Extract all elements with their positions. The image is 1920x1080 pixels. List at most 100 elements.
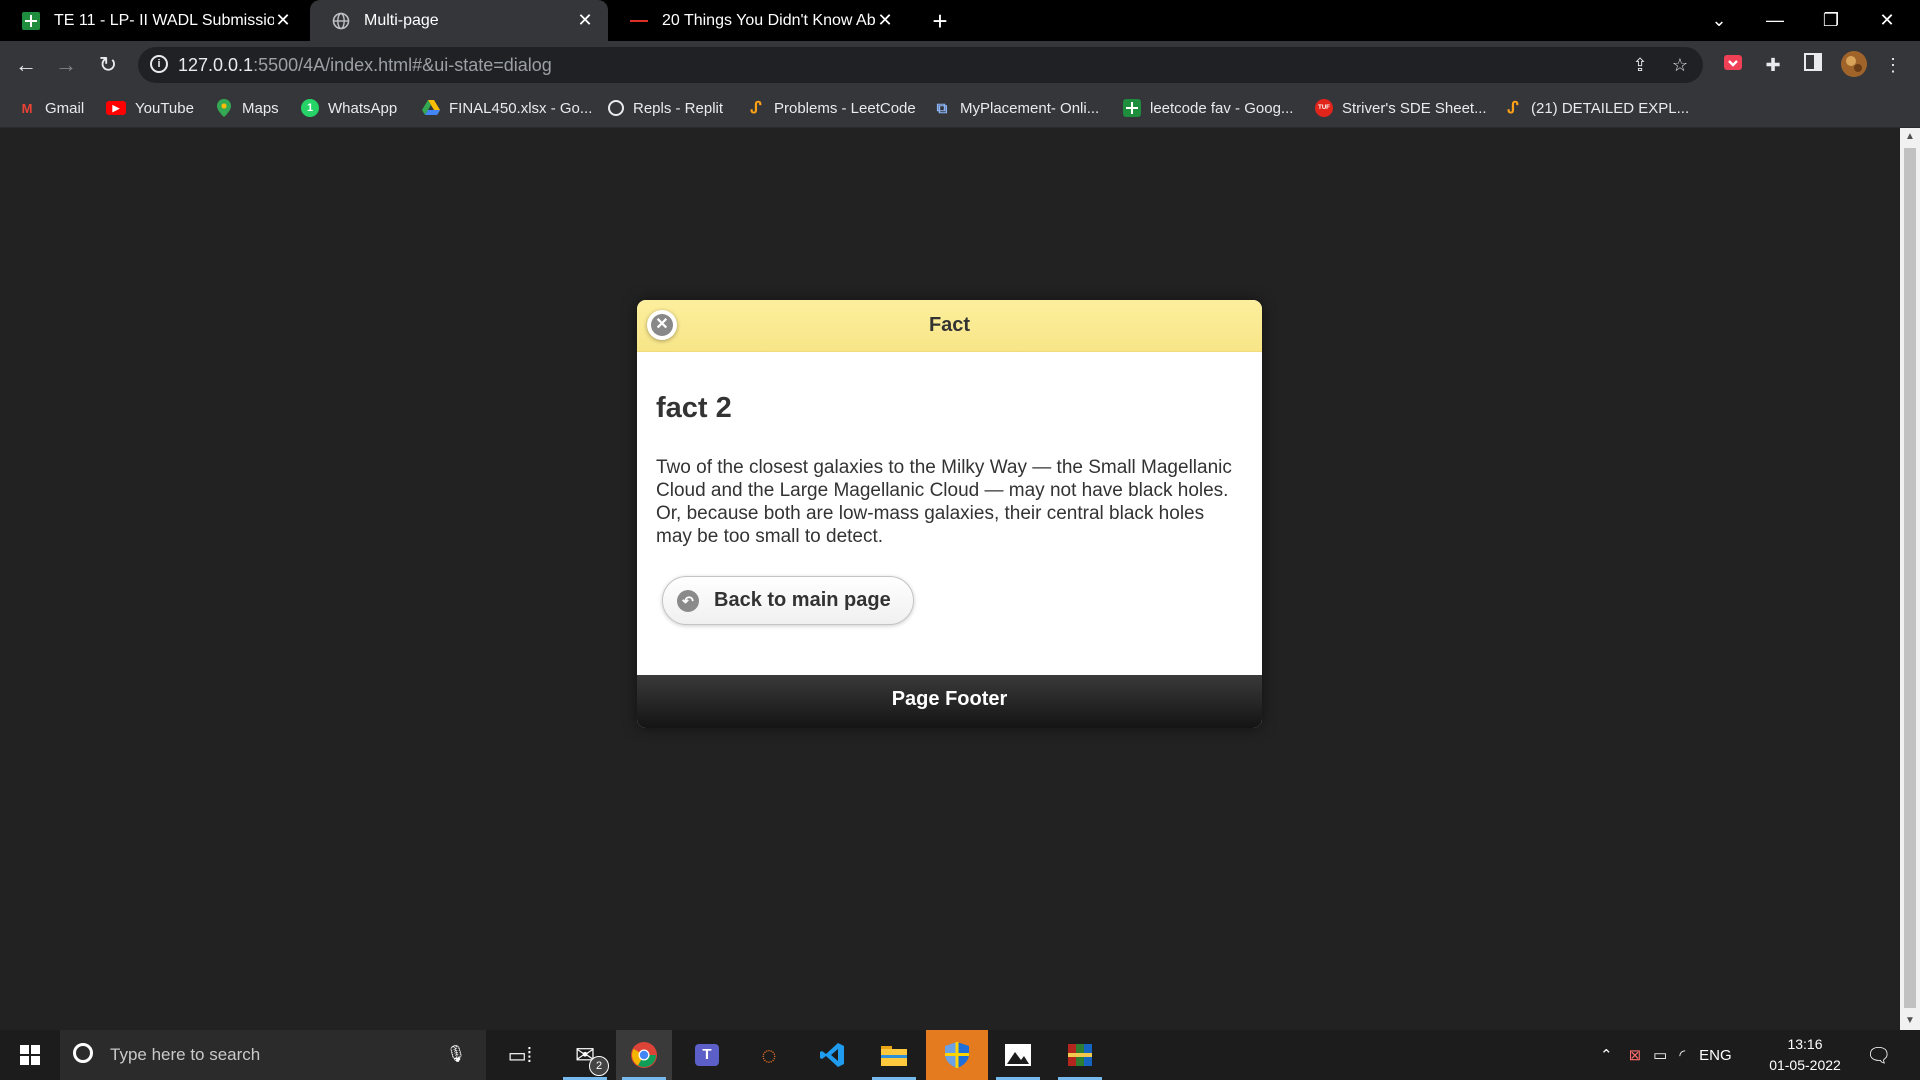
wifi-icon[interactable]: ◜ [1679,1046,1685,1064]
tab-strip: TE 11 - LP- II WADL Submission A ✕ Multi… [0,0,1920,41]
windows-logo-icon [20,1045,40,1065]
maps-icon [215,99,233,117]
task-view-icon[interactable]: ▭⁞ [492,1030,548,1080]
folder-icon [881,1046,907,1066]
back-arrow-icon[interactable]: ← [10,49,42,81]
back-button-label: Back to main page [714,589,891,611]
taskbar-clock[interactable]: 13:16 01-05-2022 [1760,1034,1850,1076]
pocket-extension-icon[interactable] [1720,53,1746,77]
url-text[interactable]: 127.0.0.1:5500/4A/index.html#&ui-state=d… [178,55,552,76]
dialog-header: Fact ✕ [637,300,1262,352]
leetcode-icon: ᔑ [1507,100,1519,117]
scrollbar-thumb[interactable] [1904,148,1916,1008]
back-to-main-page-button[interactable]: ↶ Back to main page [662,576,914,625]
close-tab-icon[interactable]: ✕ [274,10,292,31]
globe-icon [332,12,350,30]
google-sheets-icon [22,11,40,30]
google-drive-icon [422,99,440,117]
taskbar-security[interactable] [926,1030,988,1080]
bookmark-youtube[interactable]: ▶ YouTube [106,97,194,119]
reload-icon[interactable]: ↻ [92,49,124,81]
clock-time: 13:16 [1787,1036,1823,1052]
vscode-icon [820,1043,844,1067]
mail-badge: 2 [589,1056,609,1076]
share-icon[interactable]: ⇪ [1628,53,1652,77]
taskbar-search-box[interactable]: Type here to search 🎙 [60,1030,486,1080]
photos-icon [1005,1044,1031,1066]
bookmark-replit[interactable]: Repls - Replit [608,97,723,119]
battery-icon[interactable]: ▭ [1653,1046,1667,1064]
site-info-icon[interactable]: i [150,55,168,73]
tab-title: TE 11 - LP- II WADL Submission A [54,11,274,29]
forward-arrow-icon[interactable]: → [50,49,82,81]
new-tab-button[interactable]: + [925,6,955,36]
page-scrollbar[interactable]: ▲ ▼ [1900,128,1920,1030]
bookmark-whatsapp[interactable]: 1 WhatsApp [301,97,397,119]
tab-20-things[interactable]: 20 Things You Didn't Know Abou ✕ [608,0,908,41]
tab-title: 20 Things You Didn't Know Abou [662,11,876,29]
menu-kebab-icon[interactable]: ⋮ [1880,53,1906,77]
leetcode-icon: ᔑ [750,100,762,117]
cortana-icon [73,1043,93,1063]
bookmark-leetcode-fav[interactable]: leetcode fav - Goog... [1123,97,1293,119]
tab-multi-page[interactable]: Multi-page ✕ [310,0,608,41]
bookmark-striver-sde[interactable]: TUF Striver's SDE Sheet... [1315,97,1487,119]
show-hidden-icons-icon[interactable]: ⌃ [1600,1046,1613,1064]
notification-center-icon[interactable]: 🗨 [1866,1030,1891,1080]
battery-alert-icon[interactable]: ⊠ [1629,1046,1642,1064]
taskbar-vscode[interactable] [804,1030,860,1080]
windows-taskbar: Type here to search 🎙 ▭⁞ ✉ 2 T ◌ ⌃ ⊠ ▭ ◜ [0,1030,1920,1080]
fact-dialog: Fact ✕ fact 2 Two of the closest galaxie… [637,300,1262,728]
dialog-close-button[interactable]: ✕ [647,310,677,340]
bookmarks-bar: M Gmail ▶ YouTube Maps 1 WhatsApp FINAL4… [0,89,1920,128]
tab-search-button[interactable]: ⌄ [1691,0,1747,41]
language-indicator[interactable]: ENG [1699,1047,1732,1064]
dialog-content: fact 2 Two of the closest galaxies to th… [637,352,1262,675]
bookmark-final450[interactable]: FINAL450.xlsx - Go... [422,97,592,119]
taskbar-photos[interactable] [990,1030,1046,1080]
youtube-icon: ▶ [106,101,126,115]
side-panel-icon[interactable] [1800,53,1826,77]
taskbar-mail[interactable]: ✉ 2 [557,1030,613,1080]
extensions-puzzle-icon[interactable]: ✚ [1760,53,1786,77]
taskbar-chrome[interactable] [616,1030,672,1080]
fact-body: Two of the closest galaxies to the Milky… [656,457,1232,547]
taskbar-teams[interactable]: T [679,1030,735,1080]
tab-wadl-submission[interactable]: TE 11 - LP- II WADL Submission A ✕ [0,0,306,41]
replit-icon [608,100,624,116]
bookmark-maps[interactable]: Maps [215,97,279,119]
bookmark-star-icon[interactable]: ☆ [1668,53,1692,77]
google-sheets-icon [1123,99,1141,117]
address-bar[interactable]: i 127.0.0.1:5500/4A/index.html#&ui-state… [138,47,1703,83]
search-placeholder: Type here to search [110,1045,261,1064]
minimize-button[interactable]: — [1747,0,1803,41]
shield-icon [945,1042,969,1068]
takeuforward-icon: TUF [1315,99,1333,117]
taskbar-winrar[interactable] [1052,1030,1108,1080]
gmail-icon: M [21,100,33,116]
jupyter-icon: ◌ [761,1039,777,1070]
start-button[interactable] [0,1030,60,1080]
tab-title: Multi-page [364,11,439,29]
bookmark-gmail[interactable]: M Gmail [18,97,85,119]
taskbar-jupyter[interactable]: ◌ [741,1030,797,1080]
close-window-button[interactable]: ✕ [1859,0,1915,41]
bookmark-detailed-expl[interactable]: ᔑ (21) DETAILED EXPL... [1504,97,1689,119]
dialog-footer: Page Footer [637,675,1262,728]
bookmark-leetcode[interactable]: ᔑ Problems - LeetCode [747,97,915,119]
system-tray: ⌃ ⊠ ▭ ◜ ENG [1600,1030,1732,1080]
chrome-icon [631,1042,657,1068]
scroll-up-arrow-icon[interactable]: ▲ [1900,128,1920,146]
fact-heading: fact 2 [656,392,732,424]
close-tab-icon[interactable]: ✕ [576,10,594,31]
dialog-title: Fact [928,314,971,336]
profile-avatar[interactable] [1840,50,1867,77]
browser-toolbar: ← → ↻ i 127.0.0.1:5500/4A/index.html#&ui… [0,41,1920,89]
scroll-down-arrow-icon[interactable]: ▼ [1900,1012,1920,1030]
taskbar-file-explorer[interactable] [866,1030,922,1080]
close-tab-icon[interactable]: ✕ [876,10,894,31]
site-icon [630,12,648,30]
restore-button[interactable]: ❐ [1803,0,1859,41]
microphone-icon[interactable]: 🎙 [446,1044,466,1064]
bookmark-myplacement[interactable]: ⧉ MyPlacement- Onli... [933,97,1100,119]
